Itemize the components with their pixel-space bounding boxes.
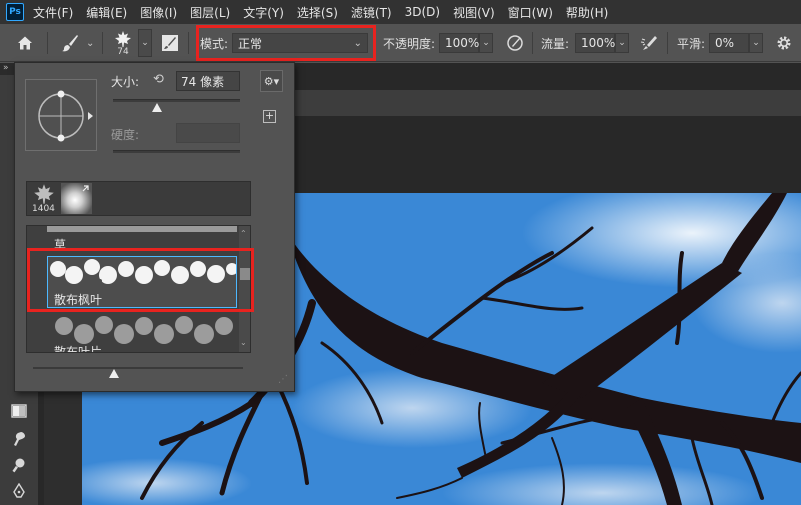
brush-icon	[62, 35, 78, 52]
soft-round-brush-icon	[82, 185, 89, 192]
smoothing-input[interactable]: 0%	[709, 33, 749, 53]
blur-tool-icon[interactable]	[11, 431, 27, 447]
menu-file[interactable]: 文件(F)	[33, 4, 73, 21]
smoothing-dropdown[interactable]: ⌄	[749, 33, 763, 53]
chevron-down-icon: ⌄	[618, 38, 626, 48]
smoothing-options-button[interactable]	[775, 24, 793, 62]
home-button[interactable]	[16, 24, 34, 62]
smoothing-value: 0%	[715, 36, 735, 50]
recent-brushes-strip: 1404	[26, 181, 251, 216]
chevron-down-icon: ⌄	[482, 38, 490, 48]
recent-brush-maple[interactable]: 1404	[29, 183, 59, 214]
preview-size-slider-track[interactable]	[33, 367, 243, 369]
brush-settings-panel-toggle[interactable]	[161, 24, 179, 62]
new-preset-button[interactable]: +	[263, 110, 276, 123]
pressure-opacity-icon	[507, 35, 523, 51]
brush-name-scattered-leaves[interactable]: 散布叶片	[54, 343, 102, 352]
smoothing-label: 平滑:	[677, 36, 706, 51]
gradient-tool-icon[interactable]	[11, 403, 27, 419]
hardness-input[interactable]	[176, 123, 240, 143]
chevron-down-icon: ⌄	[86, 37, 95, 49]
menu-layer[interactable]: 图层(L)	[190, 4, 230, 21]
size-slider-track[interactable]	[113, 99, 240, 102]
mode-annotation-box	[196, 25, 376, 61]
chevron-down-icon: ⌄	[752, 38, 760, 48]
opacity-input[interactable]: 100%	[439, 33, 479, 53]
size-slider-thumb[interactable]	[152, 103, 163, 112]
flow-dropdown[interactable]: ⌄	[615, 33, 629, 53]
hardness-slider-track[interactable]	[113, 150, 240, 153]
opacity-value: 100%	[445, 36, 480, 50]
menu-view[interactable]: 视图(V)	[453, 4, 495, 21]
grass-brush-thumbnail	[47, 226, 237, 232]
airbrush-icon	[640, 36, 657, 50]
preview-size-slider-thumb[interactable]	[109, 369, 119, 378]
document-tab-bar	[295, 90, 801, 116]
size-input[interactable]: 74 像素	[176, 71, 240, 91]
size-label: 大小:	[111, 75, 140, 89]
menu-3d[interactable]: 3D(D)	[405, 5, 440, 19]
home-icon	[18, 36, 32, 50]
brush-preset-dropdown[interactable]: ⌄	[138, 29, 152, 57]
gear-icon: ⚙▾	[263, 74, 280, 88]
recent-brush-soft-round[interactable]	[61, 183, 92, 214]
opacity-label: 不透明度:	[383, 36, 436, 51]
chevron-down-icon: ⌄	[141, 38, 149, 48]
maple-leaf-brush-icon	[115, 30, 131, 47]
brush-panel-menu-button[interactable]: ⚙▾	[260, 70, 283, 92]
menu-filter[interactable]: 滤镜(T)	[351, 4, 392, 21]
dodge-tool-icon[interactable]	[11, 457, 27, 473]
maple-leaf-brush-icon	[34, 184, 54, 204]
selected-brush-annotation-box	[27, 248, 254, 312]
brush-size-readout: 74	[117, 46, 129, 57]
flow-value: 100%	[581, 36, 616, 50]
gear-icon	[777, 36, 791, 50]
pen-tool-icon[interactable]	[11, 483, 27, 499]
brush-angle-crosshair-icon	[38, 90, 93, 142]
menu-edit[interactable]: 编辑(E)	[86, 4, 127, 21]
menu-image[interactable]: 图像(I)	[140, 4, 177, 21]
size-value: 74 像素	[181, 74, 225, 89]
menu-window[interactable]: 窗口(W)	[508, 4, 553, 21]
brush-preset-panel: 大小: ⟲ 74 像素 ⚙▾ + 硬度: 1404 草 散布枫叶 散布叶片 ⌃ …	[14, 62, 295, 392]
photoshop-logo: Ps	[6, 3, 24, 21]
menu-type[interactable]: 文字(Y)	[243, 4, 284, 21]
opacity-dropdown[interactable]: ⌄	[479, 33, 493, 53]
brush-settings-icon	[162, 35, 178, 51]
brush-preset-picker[interactable]: 74	[113, 24, 133, 62]
flow-input[interactable]: 100%	[575, 33, 615, 53]
airbrush-button[interactable]	[640, 24, 660, 62]
chevron-up-icon[interactable]: ⌃	[240, 229, 247, 238]
menu-bar: Ps 文件(F) 编辑(E) 图像(I) 图层(L) 文字(Y) 选择(S) 滤…	[0, 0, 801, 24]
chevron-down-icon[interactable]: ⌄	[240, 338, 247, 347]
menu-select[interactable]: 选择(S)	[297, 4, 338, 21]
pressure-opacity-button[interactable]	[506, 24, 524, 62]
panel-resize-grip-icon[interactable]: ⋰	[278, 374, 288, 385]
menu-help[interactable]: 帮助(H)	[566, 4, 608, 21]
scattered-leaves-thumbnail	[55, 316, 233, 344]
recent-brush-size: 1404	[32, 204, 55, 214]
hardness-label: 硬度:	[111, 128, 140, 142]
flow-label: 流量:	[541, 36, 570, 51]
brush-angle-preview[interactable]	[25, 79, 97, 151]
reset-size-icon[interactable]: ⟲	[153, 72, 164, 87]
brush-tool-button[interactable]: ⌄	[60, 24, 94, 62]
options-bar: ⌄ 74 ⌄ 模式: 正常 ⌄ 不透明度: 100% ⌄ 流量: 100% ⌄	[0, 24, 801, 62]
